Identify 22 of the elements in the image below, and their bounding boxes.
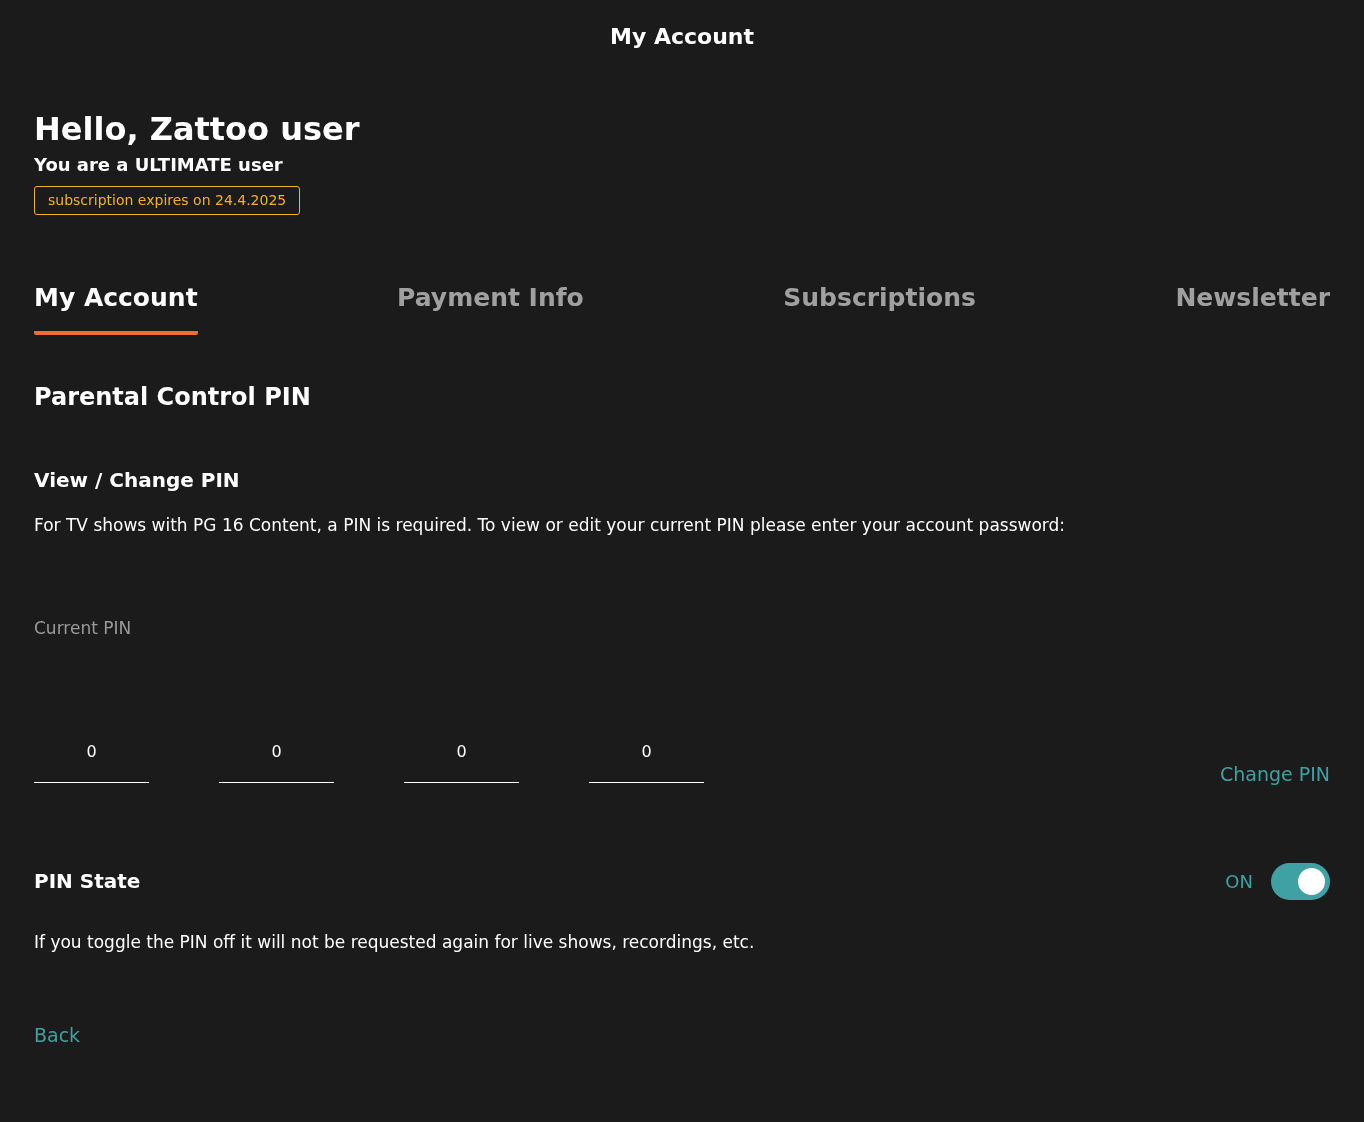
back-link[interactable]: Back [34, 1021, 81, 1050]
tab[interactable]: Newsletter [1175, 279, 1330, 335]
subscription-badge: subscription expires on 24.4.2025 [34, 186, 301, 215]
section-subtitle: View / Change PIN [34, 466, 241, 494]
description-text: For TV shows with PG 16 Content, a PIN is required. To view or edit your current PIN please enter your account password: [34, 513, 1067, 537]
tab[interactable]: Subscriptions [783, 279, 976, 335]
pin-toggle[interactable] [1271, 862, 1330, 900]
pin-label: Current PIN [34, 617, 133, 640]
greeting-title: Hello, Zattoo user [34, 109, 360, 149]
section-title: Parental Control PIN [34, 381, 312, 413]
pin-digit-field[interactable]: 0 [404, 739, 519, 783]
toggle-state-label: ON [1225, 869, 1253, 894]
pin-state-description: If you toggle the PIN off it will not be requested again for live shows, recordings, etc. [34, 930, 756, 954]
pin-digit-field[interactable]: 0 [589, 739, 704, 783]
pin-state-title: PIN State [34, 868, 141, 895]
pin-digit-field[interactable]: 0 [34, 739, 149, 783]
change-pin-link[interactable]: Change PIN [1219, 760, 1330, 789]
user-tier-text: You are a ULTIMATE user [34, 153, 283, 177]
tab[interactable]: Payment Info [397, 279, 584, 335]
page-title: My Account [610, 23, 754, 51]
tab[interactable]: My Account [34, 279, 198, 335]
pin-digit-field[interactable]: 0 [219, 739, 334, 783]
